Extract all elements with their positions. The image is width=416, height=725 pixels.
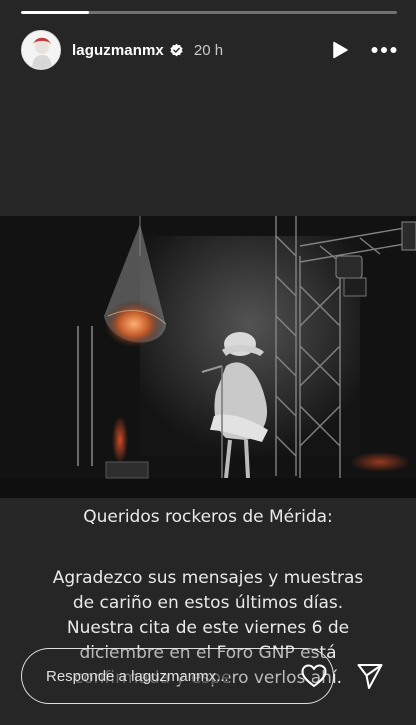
verified-badge-icon — [170, 43, 183, 56]
header-actions — [331, 41, 397, 59]
story-header: laguzmanmx 20 h — [21, 30, 397, 70]
reply-input[interactable]: Responde a laguzmanmx... — [21, 648, 334, 704]
message-line: Nuestra cita de este viernes 6 de — [66, 618, 350, 638]
send-icon — [357, 664, 383, 689]
play-button[interactable] — [331, 41, 349, 59]
story-progress-fill — [21, 11, 89, 14]
send-button[interactable] — [356, 662, 384, 690]
message-line: Agradezco sus mensajes y muestras — [52, 568, 364, 588]
play-icon — [333, 41, 348, 59]
like-button[interactable] — [301, 664, 327, 688]
story-progress-bar — [21, 11, 397, 14]
heart-icon — [301, 664, 327, 687]
avatar-image — [22, 31, 60, 69]
message-line: de cariño en estos últimos días. — [72, 593, 344, 613]
concert-photo — [0, 216, 416, 498]
story-photo — [0, 216, 416, 498]
more-options-icon — [371, 47, 397, 53]
avatar[interactable] — [21, 30, 61, 70]
more-options-button[interactable] — [371, 46, 397, 54]
reply-placeholder: Responde a laguzmanmx... — [46, 667, 229, 685]
username[interactable]: laguzmanmx — [72, 42, 164, 59]
post-timestamp: 20 h — [193, 41, 224, 59]
message-title: Queridos rockeros de Mérida: — [83, 507, 333, 527]
